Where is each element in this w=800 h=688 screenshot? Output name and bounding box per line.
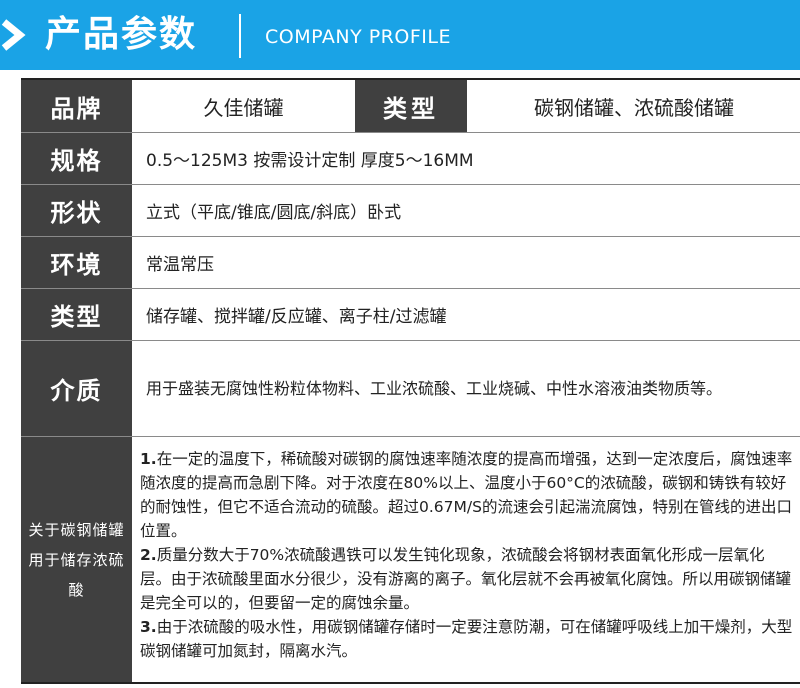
table-row-notes: 关于碳钢储罐用于储存浓硫酸 1.在一定的温度下，稀硫酸对碳钢的腐蚀速率随浓度的提… (21, 437, 800, 682)
brand-label: 品牌 (21, 80, 132, 132)
medium-label: 介质 (21, 341, 132, 436)
notes-label: 关于碳钢储罐用于储存浓硫酸 (21, 437, 132, 682)
environment-label: 环境 (21, 237, 132, 288)
page-title: 产品参数 (45, 14, 198, 55)
table-row-environment: 环境 常温常压 (21, 237, 800, 288)
environment-value: 常温常压 (146, 255, 214, 275)
kind-label: 类型 (21, 289, 132, 340)
kind-value: 储存罐、搅拌罐/反应罐、离子柱/过滤罐 (146, 307, 447, 327)
params-table: 品牌 久佳储罐 类型 碳钢储罐、浓硫酸储罐 规格 0.5～125M3 按需设计定… (21, 78, 800, 684)
note-text: 由于浓硫酸的吸水性，用碳钢储罐存储时一定要注意防潮，可在储罐呼吸线上加干燥剂，大… (140, 618, 793, 660)
note-text: 质量分数大于70%浓硫酸遇铁可以发生钝化现象，浓硫酸会将钢材表面氧化形成一层氧化… (140, 546, 792, 612)
notes-content: 1.在一定的温度下，稀硫酸对碳钢的腐蚀速率随浓度的提高而增强，达到一定浓度后，腐… (132, 437, 800, 682)
note-number: 3. (140, 618, 157, 636)
type-label: 类型 (355, 80, 467, 132)
medium-value: 用于盛装无腐蚀性粉粒体物料、工业浓硫酸、工业烧碱、中性水溶液油类物质等。 (146, 378, 723, 398)
table-row-shape: 形状 立式（平底/锥底/圆底/斜底）卧式 (21, 185, 800, 236)
table-row-spec: 规格 0.5～125M3 按需设计定制 厚度5～16MM (21, 133, 800, 184)
note-number: 1. (140, 450, 157, 468)
table-row-medium: 介质 用于盛装无腐蚀性粉粒体物料、工业浓硫酸、工业烧碱、中性水溶液油类物质等。 (21, 341, 800, 436)
note-text: 在一定的温度下，稀硫酸对碳钢的腐蚀速率随浓度的提高而增强，达到一定浓度后，腐蚀速… (140, 450, 793, 540)
shape-label: 形状 (21, 185, 132, 236)
table-row-brand: 品牌 久佳储罐 类型 碳钢储罐、浓硫酸储罐 (21, 80, 800, 132)
note-item: 3.由于浓硫酸的吸水性，用碳钢储罐存储时一定要注意防潮，可在储罐呼吸线上加干燥剂… (140, 615, 795, 663)
type-value: 碳钢储罐、浓硫酸储罐 (534, 95, 734, 120)
brand-value: 久佳储罐 (203, 95, 284, 120)
shape-value: 立式（平底/锥底/圆底/斜底）卧式 (146, 203, 402, 223)
spec-value: 0.5～125M3 按需设计定制 厚度5～16MM (146, 151, 474, 171)
note-item: 2.质量分数大于70%浓硫酸遇铁可以发生钝化现象，浓硫酸会将钢材表面氧化形成一层… (140, 543, 795, 615)
chevron-right-icon (1, 19, 26, 51)
title-divider (239, 14, 241, 58)
page-subtitle: COMPANY PROFILE (265, 26, 451, 48)
spec-label: 规格 (21, 133, 132, 184)
header-banner: 产品参数 COMPANY PROFILE (0, 0, 800, 70)
note-number: 2. (140, 546, 157, 564)
table-row-kind: 类型 储存罐、搅拌罐/反应罐、离子柱/过滤罐 (21, 289, 800, 340)
note-item: 1.在一定的温度下，稀硫酸对碳钢的腐蚀速率随浓度的提高而增强，达到一定浓度后，腐… (140, 447, 795, 543)
